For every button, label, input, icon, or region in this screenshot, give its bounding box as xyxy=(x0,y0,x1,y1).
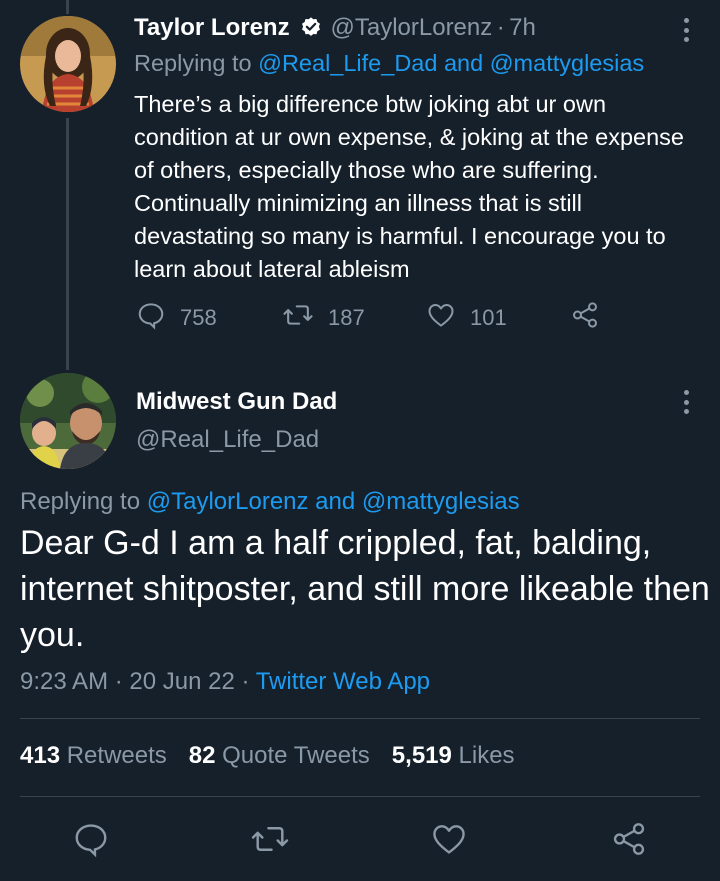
tweet-text: There’s a big difference btw joking abt … xyxy=(134,91,685,282)
retweets-stat[interactable]: 413 Retweets xyxy=(20,742,167,770)
retweet-action[interactable]: 187 xyxy=(282,300,365,336)
divider xyxy=(20,796,700,797)
reply-icon xyxy=(72,824,110,862)
tweet-timestamp[interactable]: 9:23 AM · 20 Jun 22 · xyxy=(20,668,256,695)
author-name[interactable]: Midwest Gun Dad xyxy=(136,388,337,416)
replying-prefix: Replying to xyxy=(20,488,141,515)
likes-stat[interactable]: 5,519 Likes xyxy=(392,742,515,770)
quotes-count: 82 xyxy=(188,742,216,769)
author-handle[interactable]: @TaylorLorenz xyxy=(330,14,492,41)
tweet-stats: 413 Retweets 82 Quote Tweets 5,519 Likes xyxy=(20,742,515,770)
heart-icon xyxy=(430,825,468,862)
reply-button[interactable] xyxy=(72,820,110,858)
replying-prefix: Replying to xyxy=(134,50,252,76)
replying-mentions[interactable]: @TaylorLorenz and @mattyglesias xyxy=(147,488,520,515)
share-action[interactable] xyxy=(570,300,600,336)
more-icon[interactable] xyxy=(674,388,698,416)
tweet-meta: 9:23 AM · 20 Jun 22 · Twitter Web App xyxy=(20,668,430,696)
share-icon xyxy=(570,300,600,336)
likes-count: 5,519 xyxy=(391,742,452,769)
retweets-count: 413 xyxy=(20,742,61,769)
replying-to: Replying to @TaylorLorenz and @mattygles… xyxy=(20,488,520,516)
reply-count: 758 xyxy=(180,305,217,330)
retweet-icon xyxy=(282,300,314,336)
tweet-text: Dear G-d I am a half crippled, fat, bald… xyxy=(20,524,710,654)
thread-line-top xyxy=(66,0,69,14)
quotes-stat[interactable]: 82 Quote Tweets xyxy=(189,742,370,770)
share-button[interactable] xyxy=(610,820,648,858)
like-action[interactable]: 101 xyxy=(426,300,507,336)
reply-icon xyxy=(136,300,166,336)
tweet-source[interactable]: Twitter Web App xyxy=(256,668,430,695)
replying-to: Replying to @Real_Life_Dad and @mattygle… xyxy=(134,50,644,77)
retweet-count: 187 xyxy=(328,305,365,330)
reply-action[interactable]: 758 xyxy=(136,300,217,336)
thread-line xyxy=(66,118,69,370)
more-icon[interactable] xyxy=(674,16,698,44)
heart-icon xyxy=(426,300,456,336)
tweet-time[interactable]: 7h xyxy=(509,14,536,41)
retweets-label: Retweets xyxy=(66,742,167,769)
parent-tweet-header: Taylor Lorenz @TaylorLorenz · 7h xyxy=(134,14,536,43)
separator: · xyxy=(496,14,505,41)
author-name[interactable]: Taylor Lorenz xyxy=(134,14,290,41)
verified-badge-icon xyxy=(300,16,322,43)
like-button[interactable] xyxy=(430,820,468,858)
like-count: 101 xyxy=(470,305,507,330)
retweet-button[interactable] xyxy=(250,820,290,858)
quotes-label: Quote Tweets xyxy=(222,742,370,769)
retweet-icon xyxy=(250,827,290,862)
share-icon xyxy=(610,823,648,862)
avatar[interactable] xyxy=(20,373,116,469)
likes-label: Likes xyxy=(458,742,515,769)
avatar[interactable] xyxy=(20,16,116,112)
replying-mentions[interactable]: @Real_Life_Dad and @mattyglesias xyxy=(258,50,644,76)
author-handle[interactable]: @Real_Life_Dad xyxy=(136,426,319,454)
divider xyxy=(20,718,700,719)
